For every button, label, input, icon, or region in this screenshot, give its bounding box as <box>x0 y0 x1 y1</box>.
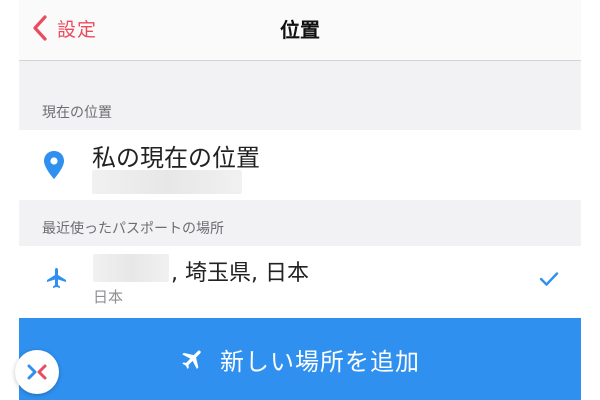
checkmark-icon[interactable] <box>539 271 559 287</box>
current-location-title: 私の現在の位置 <box>92 144 260 172</box>
floating-app-logo[interactable] <box>15 350 59 394</box>
location-pin-icon <box>44 151 64 179</box>
navigation-bar: 設定 位置 <box>19 0 581 61</box>
airplane-icon <box>47 268 66 288</box>
section-header-label: 現在の位置 <box>42 105 112 121</box>
passport-location-country: 日本 <box>93 288 124 306</box>
app-logo-icon <box>27 364 47 380</box>
add-new-location-label: 新しい場所を追加 <box>220 347 420 376</box>
airplane-icon <box>182 350 201 369</box>
current-location-cell[interactable]: 私の現在の位置 <box>19 130 581 200</box>
passport-location-title: , 埼玉県, 日本 <box>171 261 309 286</box>
recent-passport-cell[interactable]: , 埼玉県, 日本 日本 <box>19 246 581 318</box>
redacted-city <box>93 254 169 282</box>
add-new-location-button[interactable]: 新しい場所を追加 <box>19 318 581 400</box>
section-header-label: 最近使ったパスポートの場所 <box>42 221 224 237</box>
page-title: 位置 <box>280 18 320 42</box>
redacted-address <box>92 170 242 194</box>
settings-location-screen: 設定 位置 現在の位置 私の現在の位置 最近使ったパスポートの場所 , 埼玉県,… <box>19 0 581 400</box>
